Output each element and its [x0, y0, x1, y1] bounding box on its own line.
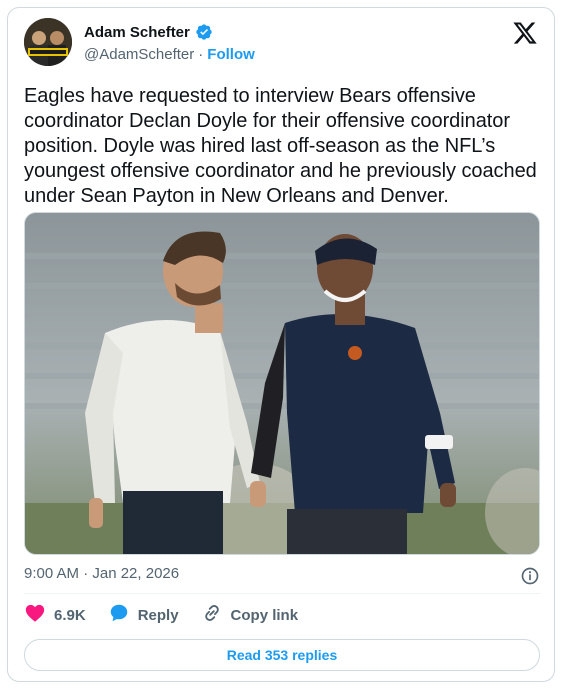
reply-label: Reply: [137, 606, 179, 624]
copy-link-button[interactable]: Copy link: [201, 602, 299, 628]
handle-row: @AdamSchefter · Follow: [84, 46, 255, 63]
x-logo-icon[interactable]: [512, 20, 538, 46]
tweet-photo[interactable]: [24, 212, 540, 555]
reply-bubble-icon: [108, 602, 130, 628]
verified-badge-icon: [195, 23, 213, 41]
photo-two-coaches-smiling-icon: [25, 213, 539, 554]
reply-button[interactable]: Reply: [108, 602, 179, 628]
follow-button[interactable]: Follow: [207, 46, 255, 63]
copy-link-label: Copy link: [230, 606, 299, 624]
display-name[interactable]: Adam Schefter: [84, 24, 190, 41]
action-bar: 6.9K Reply Copy link: [24, 602, 320, 628]
handle[interactable]: @AdamSchefter: [84, 46, 194, 63]
divider: [24, 593, 540, 594]
avatar[interactable]: [24, 18, 72, 66]
timestamp-row: 9:00 AM · Jan 22, 2026: [24, 565, 540, 587]
tweet-card: Adam Schefter @AdamSchefter · Follow Eag…: [7, 7, 555, 682]
like-count: 6.9K: [54, 606, 86, 624]
timestamp[interactable]: 9:00 AM · Jan 22, 2026: [24, 565, 179, 582]
like-button[interactable]: 6.9K: [24, 602, 86, 628]
read-replies-button[interactable]: Read 353 replies: [24, 639, 540, 671]
tweet-text: Eagles have requested to interview Bears…: [24, 85, 537, 207]
tweet-header: Adam Schefter @AdamSchefter · Follow: [24, 18, 538, 68]
heart-icon: [24, 602, 46, 628]
name-row: Adam Schefter: [84, 23, 213, 41]
info-icon[interactable]: [520, 566, 540, 586]
separator-dot: ·: [198, 46, 204, 63]
link-icon: [201, 602, 223, 628]
